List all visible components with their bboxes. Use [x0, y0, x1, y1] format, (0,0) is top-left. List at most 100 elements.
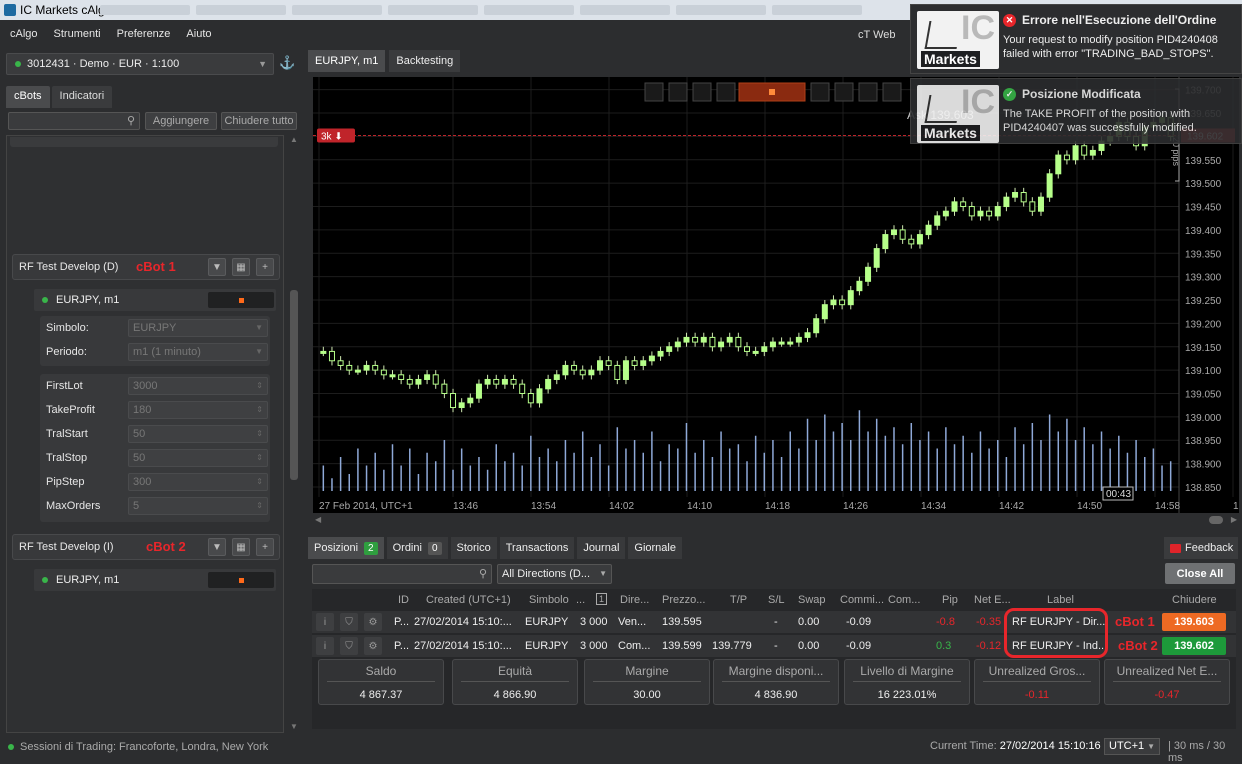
period-select[interactable]: m1 (1 minuto) ▼ — [128, 343, 268, 361]
timezone-select[interactable]: UTC+1 ▼ — [1104, 738, 1160, 755]
menu-calgo[interactable]: cAlgo — [10, 28, 38, 40]
column-header[interactable]: Label — [1047, 594, 1074, 606]
column-header[interactable]: Created (UTC+1) — [426, 594, 511, 606]
list-item — [10, 137, 278, 147]
add-button[interactable]: Aggiungere — [145, 112, 217, 130]
column-header[interactable]: Prezzo... — [662, 594, 705, 606]
gear-icon[interactable]: ⚙ — [364, 613, 382, 631]
param-input[interactable]: 180 ⇕ — [128, 401, 268, 419]
candle — [545, 378, 552, 390]
shield-icon[interactable]: ⛉ — [340, 613, 358, 631]
trading-sessions: Sessioni di Trading: Francoforte, Londra… — [20, 741, 269, 753]
chevron-down-icon[interactable]: ▼ — [208, 538, 226, 556]
candle — [916, 234, 923, 245]
column-header[interactable]: ID — [398, 594, 409, 606]
price-tick-label: 139.500 — [1185, 179, 1222, 190]
candle — [718, 341, 725, 348]
param-input[interactable]: 50 ⇕ — [128, 449, 268, 467]
close-all-bots-button[interactable]: Chiudere tutto — [221, 112, 297, 130]
candle — [830, 299, 837, 306]
info-icon[interactable]: i — [316, 637, 334, 655]
candle — [363, 364, 370, 371]
menu-preferenze[interactable]: Preferenze — [117, 28, 171, 40]
error-notification[interactable]: IC Markets ✕ Errore nell'Esecuzione dell'O… — [910, 4, 1242, 74]
directions-select[interactable]: All Directions (D... ▼ — [497, 564, 612, 584]
price-tick-label: 138.950 — [1185, 436, 1222, 447]
cbot-list-scrollbar[interactable]: ▲ ▼ — [288, 135, 300, 733]
column-header[interactable]: Chiudere — [1172, 594, 1217, 606]
symbol-select[interactable]: EURJPY ▼ — [128, 319, 268, 337]
instances-icon[interactable]: ▦ — [232, 538, 250, 556]
tab-backtesting[interactable]: Backtesting — [389, 50, 461, 72]
param-input[interactable]: 50 ⇕ — [128, 425, 268, 443]
positions-search-input[interactable]: ⚲ — [312, 564, 492, 584]
stop-button[interactable] — [208, 292, 274, 308]
summary-tile: Saldo 4 867.37 — [318, 659, 444, 705]
candle — [553, 374, 560, 380]
cbot-search-input[interactable]: ⚲ — [8, 112, 140, 130]
bottom-tabs: Posizioni 2 Ordini 0 Storico Transactions … — [308, 537, 682, 559]
lock-icon[interactable]: ⚓ — [279, 55, 295, 71]
cell-symbol: EURJPY — [525, 616, 569, 628]
tab-cbots[interactable]: cBots — [6, 86, 50, 108]
tab-chart-eurjpy[interactable]: EURJPY, m1 — [308, 50, 386, 72]
gear-icon[interactable]: ⚙ — [364, 637, 382, 655]
summary-tile: Margine disponi... 4 836.90 — [713, 659, 839, 705]
info-icon[interactable]: i — [316, 613, 334, 631]
candle — [804, 332, 811, 338]
candle — [752, 350, 759, 354]
tab-ordini[interactable]: Ordini 0 — [386, 537, 448, 559]
column-header[interactable]: Simbolo — [529, 594, 569, 606]
feedback-button[interactable]: Feedback — [1164, 537, 1238, 559]
search-icon: ⚲ — [126, 115, 135, 127]
candle — [899, 229, 906, 240]
menu-aiuto[interactable]: Aiuto — [186, 28, 211, 40]
feedback-icon — [1170, 543, 1181, 553]
candle — [1072, 145, 1079, 161]
add-instance-icon[interactable]: + — [256, 258, 274, 276]
success-notification[interactable]: IC Markets ✓ Posizione Modificata The TAKE… — [910, 78, 1242, 144]
close-position-button[interactable]: 139.602 — [1162, 637, 1226, 655]
close-all-button[interactable]: Close All — [1165, 563, 1235, 584]
ct-web-link[interactable]: cT Web — [858, 29, 896, 41]
close-position-button[interactable]: 139.603 — [1162, 613, 1226, 631]
column-header[interactable]: T/P — [730, 594, 747, 606]
column-header[interactable]: S/L — [768, 594, 785, 606]
candle — [337, 360, 344, 366]
tab-transactions[interactable]: Transactions — [499, 537, 575, 559]
candle — [432, 374, 439, 385]
tab-giornale[interactable]: Giornale — [628, 537, 682, 559]
candle — [744, 346, 750, 352]
menu-strumenti[interactable]: Strumenti — [54, 28, 101, 40]
candle — [1089, 149, 1096, 156]
candle — [631, 360, 638, 366]
column-header[interactable]: Net E... — [974, 594, 1011, 606]
add-instance-icon[interactable]: + — [256, 538, 274, 556]
param-input[interactable]: 5 ⇕ — [128, 497, 268, 515]
column-header[interactable]: Com... — [888, 594, 920, 606]
column-header[interactable]: Swap — [798, 594, 826, 606]
price-tick-label: 139.050 — [1185, 389, 1222, 400]
tab-posizioni[interactable]: Posizioni 2 — [308, 537, 384, 559]
account-selector[interactable]: 3012431 · Demo · EUR · 1:100 ▼ — [6, 53, 274, 75]
cell-pip: 0.3 — [936, 640, 952, 652]
tab-storico[interactable]: Storico — [450, 537, 497, 559]
candle — [320, 350, 327, 354]
column-header[interactable]: Pip — [942, 594, 958, 606]
column-header[interactable]: ... — [576, 594, 585, 606]
column-sort-badge[interactable]: 1 — [596, 593, 608, 605]
chart-scrollbar[interactable]: ◀ ▶ — [313, 515, 1239, 527]
param-label: FirstLot — [46, 380, 83, 392]
instances-icon[interactable]: ▦ — [232, 258, 250, 276]
param-input[interactable]: 3000 ⇕ — [128, 377, 268, 395]
tab-indicatori[interactable]: Indicatori — [51, 86, 113, 108]
stop-button[interactable] — [208, 572, 274, 588]
candle — [527, 392, 534, 404]
tab-journal[interactable]: Journal — [577, 537, 626, 559]
shield-icon[interactable]: ⛉ — [340, 637, 358, 655]
column-header[interactable]: Commi... — [840, 594, 884, 606]
param-input[interactable]: 300 ⇕ — [128, 473, 268, 491]
instance-label: EURJPY, m1 — [56, 574, 120, 586]
chevron-down-icon[interactable]: ▼ — [208, 258, 226, 276]
column-header[interactable]: Dire... — [620, 594, 649, 606]
